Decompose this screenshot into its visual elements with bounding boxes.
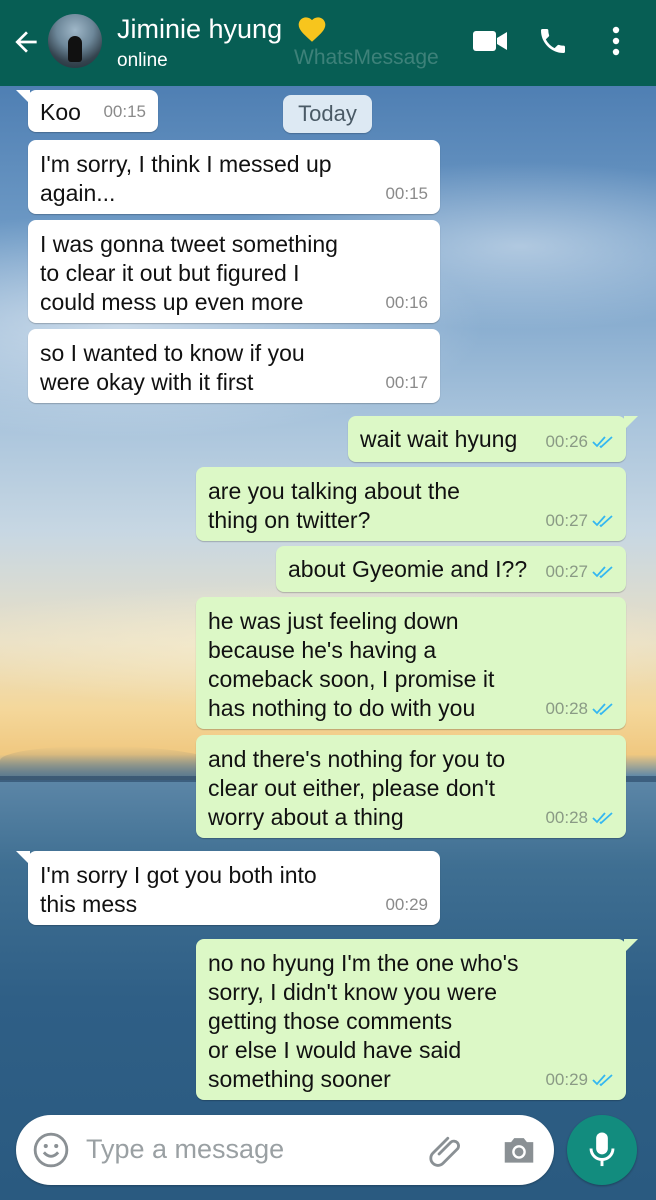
chat-header: Jiminie hyung online WhatsMessage <box>0 0 656 86</box>
message-incoming[interactable]: I'm sorry I got you both into this mess … <box>16 851 440 925</box>
message-incoming[interactable]: I was gonna tweet something to clear it … <box>28 220 440 323</box>
message-text: I was gonna tweet something to clear it … <box>40 231 338 315</box>
voice-message-button[interactable] <box>567 1115 637 1185</box>
camera-icon[interactable] <box>500 1131 538 1169</box>
message-incoming[interactable]: so I wanted to know if you were okay wit… <box>28 329 440 403</box>
message-composer[interactable]: Type a message <box>16 1115 554 1185</box>
message-time: 00:15 <box>103 102 146 121</box>
double-check-icon <box>592 1073 613 1086</box>
microphone-icon <box>589 1132 615 1167</box>
message-time: 00:28 <box>545 808 588 827</box>
message-time: 00:27 <box>545 511 588 530</box>
message-text: so I wanted to know if you were okay wit… <box>40 340 305 395</box>
message-incoming[interactable]: Koo 00:15 <box>16 90 158 132</box>
watermark: WhatsMessage <box>294 46 439 69</box>
message-time: 00:16 <box>385 293 428 312</box>
message-outgoing[interactable]: are you talking about the thing on twitt… <box>196 467 626 541</box>
video-camera-icon[interactable] <box>472 28 508 54</box>
more-vertical-icon[interactable] <box>603 25 629 57</box>
double-check-icon <box>592 565 613 578</box>
message-time: 00:15 <box>385 184 428 203</box>
message-outgoing[interactable]: about Gyeomie and I?? 00:27 <box>276 546 626 592</box>
message-text: I'm sorry, I think I messed up again... <box>40 151 332 206</box>
smiley-icon[interactable] <box>32 1131 70 1169</box>
double-check-icon <box>592 811 613 824</box>
double-check-icon <box>592 702 613 715</box>
message-input[interactable]: Type a message <box>86 1134 284 1165</box>
double-check-icon <box>592 514 613 527</box>
message-time: 00:26 <box>545 432 588 451</box>
message-time: 00:27 <box>545 562 588 581</box>
arrow-left-icon[interactable] <box>10 26 42 58</box>
message-incoming[interactable]: I'm sorry, I think I messed up again... … <box>28 140 440 214</box>
message-time: 00:29 <box>385 895 428 914</box>
paperclip-icon[interactable] <box>428 1131 466 1169</box>
message-outgoing[interactable]: no no hyung I'm the one who's sorry, I d… <box>196 939 638 1100</box>
message-outgoing[interactable]: wait wait hyung 00:26 <box>348 416 638 462</box>
message-time: 00:28 <box>545 699 588 718</box>
avatar[interactable] <box>48 14 102 68</box>
message-outgoing[interactable]: and there's nothing for you to clear out… <box>196 735 626 838</box>
double-check-icon <box>592 435 613 448</box>
message-outgoing[interactable]: he was just feeling down because he's ha… <box>196 597 626 729</box>
wallpaper-islands <box>0 746 220 780</box>
message-text: I'm sorry I got you both into this mess <box>40 862 317 917</box>
date-chip: Today <box>283 95 372 133</box>
message-time: 00:29 <box>545 1070 588 1089</box>
contact-name[interactable]: Jiminie hyung <box>117 12 282 46</box>
message-time: 00:17 <box>385 373 428 392</box>
phone-icon[interactable] <box>537 25 569 57</box>
yellow-heart-icon <box>298 17 326 42</box>
contact-status: online <box>117 50 168 71</box>
